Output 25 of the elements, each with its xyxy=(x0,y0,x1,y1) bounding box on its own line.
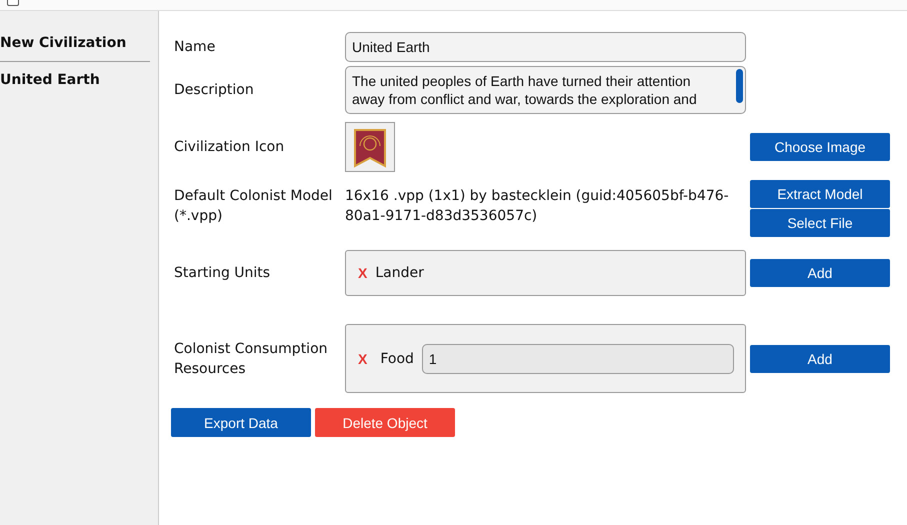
resource-name: Food xyxy=(380,350,414,366)
amount-field[interactable]: 1 xyxy=(422,344,734,374)
field-label: Description xyxy=(174,81,255,100)
field-label: Colonist Consumption Resources xyxy=(174,340,329,378)
field-label: Default Colonist Model (*.vpp) xyxy=(174,187,334,226)
banner-icon xyxy=(345,122,395,172)
name-field[interactable]: United Earth xyxy=(345,32,746,62)
file-button[interactable]: Extract Model xyxy=(750,180,890,208)
scrollbar-thumb[interactable] xyxy=(736,69,743,103)
export-button[interactable]: Export Data xyxy=(171,408,311,437)
choose-image-button[interactable]: Choose Image xyxy=(750,133,890,161)
model-info: 16x16 .vpp (1x1) by bastecklein (guid:405605bf-b476-80a1-9171-d83d3536057c) xyxy=(345,187,730,226)
description-field[interactable]: The united peoples of Earth have turned their attention away from conflict and war, towards the exploration and xyxy=(345,66,746,114)
add-button[interactable]: Add xyxy=(750,344,890,372)
delete-button[interactable]: Delete Object xyxy=(315,408,455,437)
unit-name: Lander xyxy=(375,265,424,281)
file-button[interactable]: Select File xyxy=(750,209,890,237)
sidebar-item[interactable]: United Earth xyxy=(0,62,150,98)
remove-button[interactable]: X xyxy=(358,350,368,366)
remove-button[interactable]: X xyxy=(358,265,368,281)
field-label: Civilization Icon xyxy=(174,138,286,157)
field-label: Starting Units xyxy=(174,264,272,283)
sidebar-item[interactable]: New Civilization xyxy=(0,25,150,62)
field-label: Name xyxy=(174,38,216,57)
add-button[interactable]: Add xyxy=(750,259,890,287)
